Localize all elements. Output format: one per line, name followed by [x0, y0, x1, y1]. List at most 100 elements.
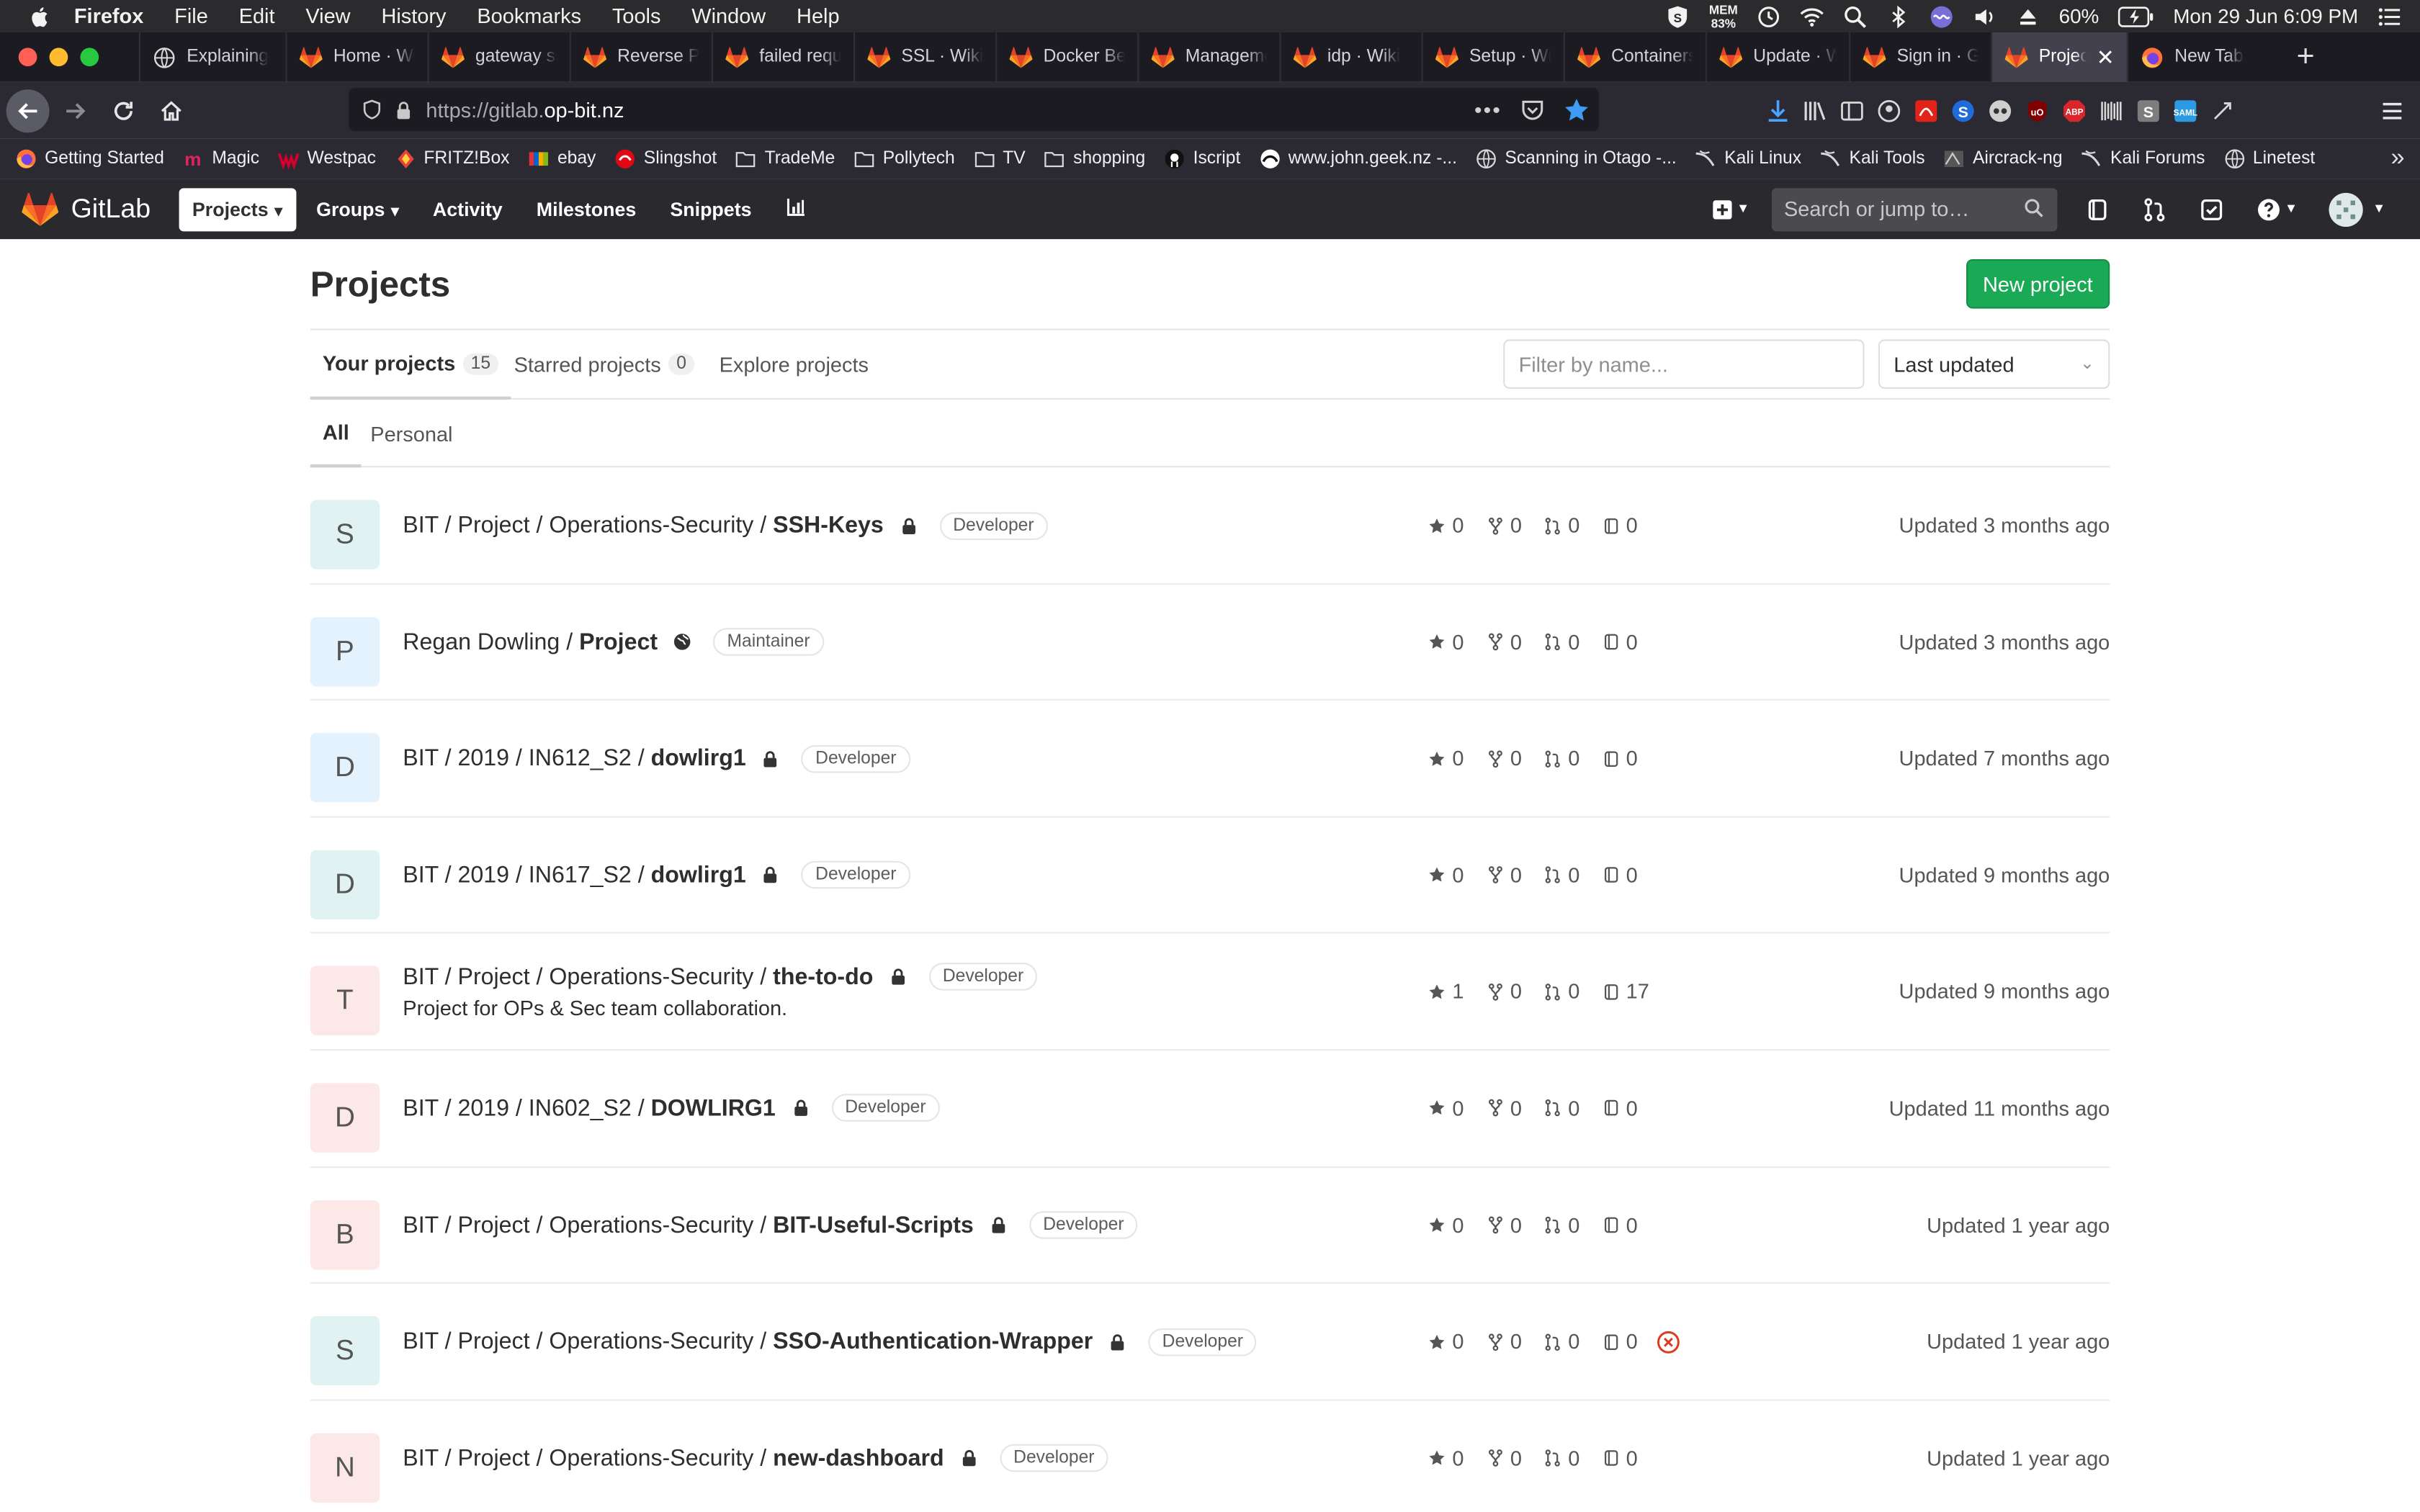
stars-link[interactable]: 0	[1428, 864, 1464, 887]
tracking-shield-icon[interactable]	[361, 99, 382, 120]
issues-link[interactable]: 17	[1601, 981, 1649, 1004]
project-avatar[interactable]: P	[310, 616, 380, 686]
project-title[interactable]: BIT / Project / Operations-Security / th…	[403, 963, 1038, 991]
bookmarks-overflow-icon[interactable]: »	[2390, 145, 2404, 173]
new-tab-button[interactable]: +	[2297, 40, 2315, 75]
project-row[interactable]: N BIT / Project / Operations-Security / n…	[310, 1400, 2110, 1512]
project-row[interactable]: D BIT / 2019 / IN612_S2 / dowlirg1 Develop…	[310, 701, 2110, 818]
bookmark-item[interactable]: Kali Forums	[2081, 148, 2205, 170]
stars-link[interactable]: 0	[1428, 747, 1464, 770]
project-title[interactable]: BIT / Project / Operations-Security / BI…	[403, 1211, 1138, 1239]
issues-link[interactable]: 0	[1601, 1330, 1638, 1354]
issues-link[interactable]: 0	[1601, 514, 1638, 537]
nav-projects-dropdown[interactable]: Projects ▾	[178, 187, 297, 231]
bookmark-item[interactable]: Getting Started	[15, 148, 164, 170]
menu-app-firefox[interactable]: Firefox	[74, 4, 143, 27]
menu-history[interactable]: History	[381, 4, 446, 27]
forks-link[interactable]: 0	[1486, 981, 1522, 1004]
project-avatar[interactable]: N	[310, 1433, 380, 1503]
bookmark-star-icon[interactable]	[1564, 96, 1590, 122]
forks-link[interactable]: 0	[1486, 1213, 1522, 1237]
apple-icon[interactable]	[28, 4, 53, 28]
pdf-extension-icon[interactable]	[1914, 98, 1938, 122]
merge-requests-link[interactable]: 0	[1543, 1330, 1579, 1354]
forks-link[interactable]: 0	[1486, 1446, 1522, 1470]
tab-your-projects[interactable]: Your projects 15	[310, 330, 511, 400]
project-row[interactable]: B BIT / Project / Operations-Security / B…	[310, 1167, 2110, 1284]
browser-tab[interactable]: Containers	[1563, 32, 1706, 82]
forks-link[interactable]: 0	[1486, 747, 1522, 770]
tab-explore-projects[interactable]: Explore projects	[720, 330, 869, 398]
issues-link[interactable]: 0	[1601, 1097, 1638, 1120]
bookmark-item[interactable]: m Magic	[183, 148, 259, 170]
merge-requests-icon[interactable]	[2142, 197, 2166, 221]
tab-starred-projects[interactable]: Starred projects 0	[514, 330, 694, 398]
bookmark-item[interactable]: ebay	[528, 148, 596, 170]
project-avatar[interactable]: B	[310, 1200, 380, 1269]
nav-snippets[interactable]: Snippets	[656, 187, 766, 230]
subtab-all[interactable]: All	[310, 400, 362, 468]
shield-s-icon[interactable]: S	[1666, 4, 1690, 28]
browser-tab[interactable]: Docker Ber	[995, 32, 1137, 82]
gitlab-logo[interactable]: GitLab	[22, 192, 151, 226]
merge-requests-link[interactable]: 0	[1543, 514, 1579, 537]
memory-indicator[interactable]: MEM 83%	[1709, 2, 1738, 30]
merge-requests-link[interactable]: 0	[1543, 1446, 1579, 1470]
lock-icon[interactable]	[393, 99, 413, 120]
project-title[interactable]: Regan Dowling / Project Maintainer	[403, 628, 824, 656]
nav-activity[interactable]: Activity	[419, 187, 516, 230]
download-icon[interactable]	[1765, 98, 1790, 122]
forks-link[interactable]: 0	[1486, 1097, 1522, 1120]
project-row[interactable]: S BIT / Project / Operations-Security / S…	[310, 1284, 2110, 1401]
notification-center-icon[interactable]	[2377, 4, 2401, 28]
project-avatar[interactable]: D	[310, 850, 380, 919]
search-input[interactable]: Search or jump to…	[1771, 187, 2058, 231]
app-menu-icon[interactable]	[2380, 99, 2404, 123]
sort-dropdown[interactable]: Last updated ⌄	[1878, 339, 2110, 389]
project-title[interactable]: BIT / 2019 / IN617_S2 / dowlirg1 Develope…	[403, 861, 910, 889]
subtab-personal[interactable]: Personal	[370, 400, 452, 467]
close-window-button[interactable]	[18, 48, 37, 67]
new-item-dropdown[interactable]: ▾	[1711, 198, 1747, 220]
forks-link[interactable]: 0	[1486, 514, 1522, 537]
back-button[interactable]	[6, 89, 50, 132]
saml-tracer-icon[interactable]: SAML	[2173, 98, 2197, 122]
issues-link[interactable]: 0	[1601, 747, 1638, 770]
menu-file[interactable]: File	[174, 4, 208, 27]
menu-view[interactable]: View	[305, 4, 350, 27]
issues-link[interactable]: 0	[1601, 631, 1638, 654]
forward-button[interactable]	[54, 89, 97, 132]
resize-icon[interactable]	[2210, 98, 2235, 122]
merge-requests-link[interactable]: 0	[1543, 864, 1579, 887]
sidebar-icon[interactable]	[1839, 98, 1864, 122]
browser-tab[interactable]: Manageme	[1137, 32, 1279, 82]
project-avatar[interactable]: D	[310, 733, 380, 803]
bookmark-item[interactable]: shopping	[1044, 148, 1145, 170]
pocket-icon[interactable]	[1520, 97, 1545, 122]
eject-icon[interactable]	[2016, 4, 2040, 28]
project-row[interactable]: S BIT / Project / Operations-Security / S…	[310, 467, 2110, 585]
library-icon[interactable]	[1803, 98, 1827, 122]
url-text[interactable]: https://gitlab.op-bit.nz	[426, 98, 624, 121]
forks-link[interactable]: 0	[1486, 1330, 1522, 1354]
bookmark-item[interactable]: FRITZ!Box	[395, 148, 510, 170]
browser-tab[interactable]: Update · W	[1705, 32, 1849, 82]
s-extension-icon[interactable]: S	[1951, 98, 1976, 122]
merge-requests-link[interactable]: 0	[1543, 1213, 1579, 1237]
url-bar[interactable]: https://gitlab.op-bit.nz •••	[349, 88, 1600, 132]
browser-tab[interactable]: SSL · Wiki	[853, 32, 995, 82]
page-actions-icon[interactable]: •••	[1474, 97, 1502, 122]
project-row[interactable]: D BIT / 2019 / IN617_S2 / dowlirg1 Develop…	[310, 817, 2110, 935]
barcode-icon[interactable]	[2099, 98, 2123, 122]
project-row[interactable]: T BIT / Project / Operations-Security / t…	[310, 934, 2110, 1051]
bookmark-item[interactable]: Scanning in Otago -...	[1476, 148, 1677, 170]
browser-tab[interactable]: Projects ✕	[1991, 32, 2127, 82]
project-avatar[interactable]: T	[310, 966, 380, 1036]
nav-groups-dropdown[interactable]: Groups ▾	[302, 187, 413, 230]
project-title[interactable]: BIT / Project / Operations-Security / SS…	[403, 511, 1048, 539]
todos-icon[interactable]	[2199, 197, 2223, 221]
project-title[interactable]: BIT / 2019 / IN602_S2 / DOWLIRG1 Develope…	[403, 1094, 940, 1122]
home-button[interactable]	[150, 89, 193, 132]
merge-requests-link[interactable]: 0	[1543, 747, 1579, 770]
stars-link[interactable]: 0	[1428, 1097, 1464, 1120]
